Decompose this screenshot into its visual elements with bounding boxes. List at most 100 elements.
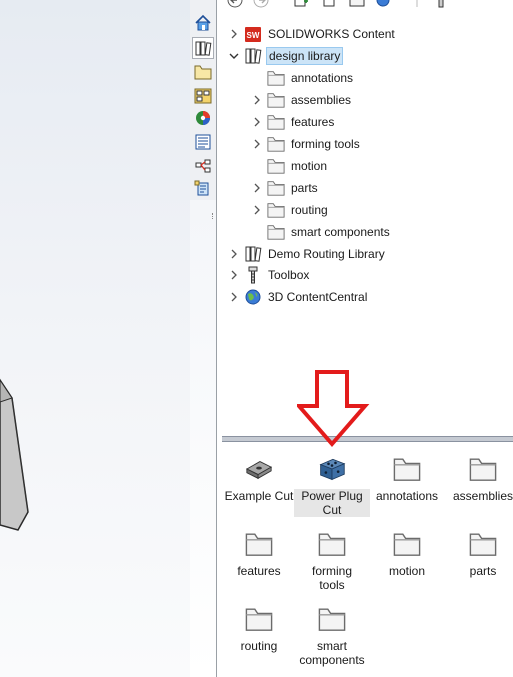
chevron-down-icon[interactable] bbox=[228, 50, 240, 62]
folder-icon bbox=[469, 530, 497, 558]
add-file-location-button[interactable] bbox=[321, 0, 337, 8]
caption-line: Power Plug bbox=[301, 489, 363, 503]
library-item[interactable]: features bbox=[221, 530, 297, 600]
home-tab[interactable] bbox=[192, 12, 214, 34]
property-tab-builder[interactable] bbox=[192, 178, 214, 200]
tree-item[interactable]: SW SOLIDWORKS Content bbox=[228, 24, 468, 44]
refresh-button[interactable] bbox=[375, 0, 391, 8]
property-tab-builder-icon bbox=[194, 180, 212, 198]
folder-icon bbox=[245, 530, 273, 558]
chevron-right-icon[interactable] bbox=[251, 204, 263, 216]
globe-icon bbox=[244, 288, 262, 306]
library-item-caption: features bbox=[221, 564, 297, 578]
folder-icon bbox=[318, 530, 346, 558]
red-down-arrow-annotation bbox=[297, 370, 370, 448]
tree-item[interactable]: Demo Routing Library bbox=[228, 244, 468, 264]
folder-icon bbox=[469, 455, 497, 483]
file-explorer-tab[interactable] bbox=[192, 61, 214, 83]
library-item[interactable]: assemblies bbox=[445, 455, 513, 525]
add-to-library-button[interactable] bbox=[293, 0, 309, 8]
folder-icon bbox=[393, 530, 421, 558]
caption-line: Example Cut bbox=[224, 489, 294, 503]
tree-item[interactable]: Toolbox bbox=[228, 265, 468, 285]
caption-line: annotations bbox=[375, 489, 439, 503]
design-library-pane: SW SOLIDWORKS Content design library annota… bbox=[216, 0, 513, 677]
library-item[interactable]: smart components bbox=[294, 605, 370, 675]
view-palette-tab[interactable] bbox=[192, 85, 214, 107]
tree-item[interactable]: features bbox=[251, 112, 491, 132]
caption-line: forming bbox=[311, 564, 352, 578]
tree-item-label: smart components bbox=[291, 225, 390, 239]
library-icon bbox=[244, 245, 262, 263]
tree-item[interactable]: assemblies bbox=[251, 90, 491, 110]
create-new-folder-icon bbox=[349, 0, 365, 11]
caption-line: motion bbox=[388, 564, 426, 578]
chevron-right-icon[interactable] bbox=[228, 269, 240, 281]
chevron-right-icon[interactable] bbox=[228, 291, 240, 303]
caption-line: parts bbox=[469, 564, 497, 578]
caption-line: smart bbox=[317, 639, 347, 653]
forward-button[interactable] bbox=[253, 0, 269, 8]
folder-icon bbox=[318, 605, 346, 633]
tree-item-label: Toolbox bbox=[268, 268, 310, 282]
chevron-right-icon[interactable] bbox=[251, 138, 263, 150]
tree-item[interactable]: motion bbox=[251, 156, 491, 176]
tree-item-label: SOLIDWORKS Content bbox=[268, 27, 395, 41]
library-item-caption: Example Cut bbox=[221, 489, 297, 503]
caption-line: assemblies bbox=[452, 489, 513, 503]
chevron-right-icon[interactable] bbox=[251, 94, 263, 106]
appearances-tab[interactable] bbox=[192, 107, 214, 129]
tree-item[interactable]: forming tools bbox=[251, 134, 491, 154]
custom-properties-tab[interactable] bbox=[192, 131, 214, 153]
chevron-right-icon[interactable] bbox=[251, 116, 263, 128]
graphics-area-margin bbox=[190, 200, 216, 677]
library-item-caption: routing bbox=[221, 639, 297, 653]
library-item-caption: Power Plug Cut bbox=[294, 489, 370, 517]
folder-icon bbox=[267, 179, 285, 197]
library-item-caption: motion bbox=[369, 564, 445, 578]
library-item-caption: smart components bbox=[294, 639, 370, 667]
folder-icon bbox=[245, 605, 273, 633]
tree-item-label: assemblies bbox=[291, 93, 352, 107]
library-item-caption: annotations bbox=[369, 489, 445, 503]
chevron-right-icon[interactable] bbox=[228, 28, 240, 40]
separator-icon bbox=[409, 0, 425, 11]
library-item[interactable]: annotations bbox=[369, 455, 445, 525]
tree-item[interactable]: 3D ContentCentral bbox=[228, 287, 468, 307]
library-item-caption: assemblies bbox=[445, 489, 513, 503]
home-tab-icon bbox=[194, 14, 212, 32]
tree-item-label: 3D ContentCentral bbox=[268, 290, 368, 304]
tree-item-label: features bbox=[291, 115, 335, 129]
design-library-tab-icon bbox=[194, 39, 212, 57]
folder-icon bbox=[267, 69, 285, 87]
tree-item[interactable]: annotations bbox=[251, 68, 491, 88]
task-pane-tab-strip bbox=[190, 0, 217, 200]
add-file-location-icon bbox=[321, 0, 337, 11]
library-item[interactable]: forming tools bbox=[294, 530, 370, 600]
graphics-area[interactable] bbox=[0, 0, 190, 677]
design-library-tab[interactable] bbox=[192, 37, 214, 59]
chevron-right-icon[interactable] bbox=[251, 182, 263, 194]
library-item[interactable]: Power Plug Cut bbox=[294, 455, 370, 525]
custom-properties-tab-icon bbox=[194, 133, 212, 151]
create-new-folder-button[interactable] bbox=[349, 0, 365, 8]
back-button[interactable] bbox=[227, 0, 243, 8]
library-item-caption: parts bbox=[445, 564, 513, 578]
tree-item[interactable]: parts bbox=[251, 178, 491, 198]
file-explorer-tab-icon bbox=[194, 63, 212, 81]
caption-line: routing bbox=[240, 639, 278, 653]
tree-item[interactable]: smart components bbox=[251, 222, 491, 242]
solidworks-forum-tab[interactable] bbox=[192, 155, 214, 177]
power-plug-part-icon bbox=[318, 455, 346, 483]
toolbox-settings-button[interactable] bbox=[433, 0, 449, 8]
chevron-right-icon[interactable] bbox=[228, 248, 240, 260]
tree-item[interactable]: routing bbox=[251, 200, 491, 220]
forward-icon bbox=[253, 0, 269, 11]
library-item[interactable]: parts bbox=[445, 530, 513, 600]
folder-icon bbox=[267, 157, 285, 175]
library-item[interactable]: routing bbox=[221, 605, 297, 675]
library-item[interactable]: motion bbox=[369, 530, 445, 600]
design-library-icon bbox=[244, 47, 262, 65]
library-item[interactable]: Example Cut bbox=[221, 455, 297, 525]
tree-item[interactable]: design library bbox=[228, 46, 468, 66]
